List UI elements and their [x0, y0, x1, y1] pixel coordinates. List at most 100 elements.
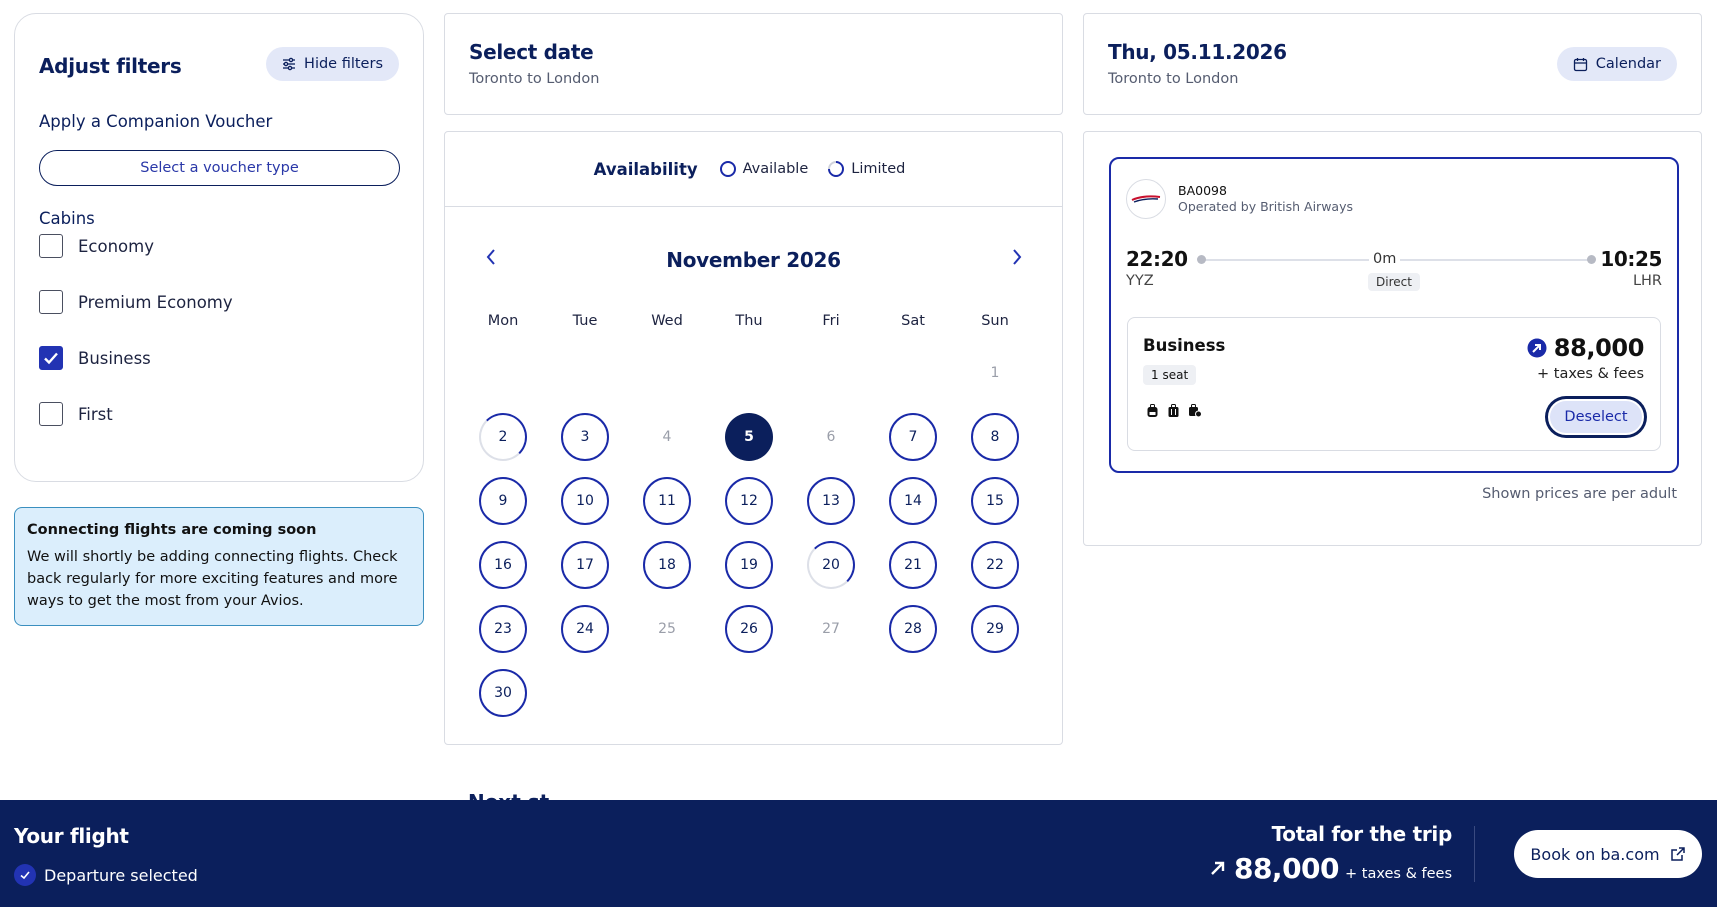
first-checkbox[interactable]: [39, 402, 63, 426]
cabin-bag-icon: [1168, 404, 1179, 417]
availability-label: Availability: [593, 159, 698, 179]
calendar-day[interactable]: 18: [643, 541, 691, 589]
chevron-right-icon: [1013, 249, 1022, 265]
external-link-icon: [1670, 847, 1685, 861]
banner-body: We will shortly be adding connecting fli…: [27, 549, 398, 609]
legend-available-label: Available: [742, 161, 809, 177]
calendar-day[interactable]: 8: [971, 413, 1019, 461]
british-airways-logo-icon: [1131, 195, 1161, 203]
weekday-fri: Fri: [822, 313, 840, 329]
next-month-button[interactable]: [1011, 247, 1023, 272]
calendar-day[interactable]: 19: [725, 541, 773, 589]
calendar-day[interactable]: 13: [807, 477, 855, 525]
calendar-day[interactable]: 26: [725, 605, 773, 653]
filters-panel: Adjust filters Hide filters Apply a Comp…: [14, 13, 424, 482]
calendar-day: 1: [990, 365, 1000, 381]
voucher-type-button[interactable]: Select a voucher type: [39, 150, 400, 186]
availability-legend: Availability Available Limited: [445, 132, 1062, 207]
limited-icon: [824, 157, 848, 181]
fare-taxes: + taxes & fees: [1537, 366, 1644, 382]
calendar-day[interactable]: 15: [971, 477, 1019, 525]
cabin-label: Premium Economy: [78, 292, 233, 312]
flight-route: Toronto to London: [1108, 71, 1239, 87]
hide-filters-button[interactable]: Hide filters: [266, 47, 399, 81]
calendar-day[interactable]: 20: [807, 541, 855, 589]
flight-number: BA0098: [1178, 183, 1227, 198]
business-checkbox[interactable]: [39, 346, 63, 370]
fare-option: Business 1 seat 88,000 + taxes & fees De…: [1127, 317, 1661, 451]
flight-card[interactable]: BA0098 Operated by British Airways 22:20…: [1109, 157, 1679, 473]
weekday-sat: Sat: [901, 313, 925, 329]
calendar-day[interactable]: 3: [561, 413, 609, 461]
calendar-day[interactable]: 11: [643, 477, 691, 525]
calendar-day[interactable]: 10: [561, 477, 609, 525]
stops-badge: Direct: [1368, 273, 1420, 291]
calendar-day[interactable]: 17: [561, 541, 609, 589]
avios-icon: [1527, 338, 1547, 358]
calendar-day: 6: [826, 429, 836, 445]
fare-price-value: 88,000: [1553, 334, 1645, 362]
cabin-label: Business: [78, 348, 151, 368]
calendar-day[interactable]: 28: [889, 605, 937, 653]
cabin-economy[interactable]: Economy: [39, 234, 154, 258]
banner-title: Connecting flights are coming soon: [27, 522, 317, 538]
calendar-day[interactable]: 7: [889, 413, 937, 461]
calendar-day[interactable]: 21: [889, 541, 937, 589]
baggage-icons: [1146, 404, 1202, 418]
cabin-business[interactable]: Business: [39, 346, 151, 370]
calendar-day[interactable]: 16: [479, 541, 527, 589]
calendar-day[interactable]: 5: [725, 413, 773, 461]
calendar-day[interactable]: 14: [889, 477, 937, 525]
total-taxes: + taxes & fees: [1345, 866, 1452, 882]
calendar-panel: Availability Available Limited November …: [444, 131, 1063, 745]
departure-status-label: Departure selected: [44, 865, 198, 885]
weekday-thu: Thu: [735, 313, 763, 329]
voucher-title: Apply a Companion Voucher: [39, 112, 273, 131]
cabins-title: Cabins: [39, 209, 95, 228]
arrival-time: 10:25: [1600, 247, 1662, 271]
departure-status: Departure selected: [14, 864, 198, 886]
deselect-button[interactable]: Deselect: [1546, 397, 1646, 437]
total-price: 88,000 + taxes & fees: [1208, 852, 1452, 885]
departure-airport: YYZ: [1126, 273, 1154, 289]
calendar-day[interactable]: 9: [479, 477, 527, 525]
calendar-day[interactable]: 29: [971, 605, 1019, 653]
calendar-day[interactable]: 2: [479, 413, 527, 461]
cabin-premium-economy[interactable]: Premium Economy: [39, 290, 233, 314]
flight-duration: 0m: [1369, 251, 1401, 267]
calendar-day[interactable]: 23: [479, 605, 527, 653]
calendar-day[interactable]: 30: [479, 669, 527, 717]
cabin-first[interactable]: First: [39, 402, 113, 426]
book-button[interactable]: Book on ba.com: [1514, 830, 1702, 878]
flight-results-panel: BA0098 Operated by British Airways 22:20…: [1083, 131, 1702, 546]
book-button-label: Book on ba.com: [1530, 844, 1660, 864]
select-date-header: Select date Toronto to London: [444, 13, 1063, 115]
price-note: Shown prices are per adult: [1482, 486, 1677, 502]
calendar-day: 25: [658, 621, 676, 637]
airline-logo: [1126, 179, 1166, 219]
arrival-airport: LHR: [1632, 273, 1662, 289]
legend-limited: Limited: [824, 157, 905, 181]
calendar-day: 4: [662, 429, 672, 445]
calendar-button-label: Calendar: [1595, 56, 1661, 72]
calendar-day[interactable]: 12: [725, 477, 773, 525]
footer-divider: [1474, 826, 1475, 882]
total-price-value: 88,000: [1233, 852, 1340, 885]
weekday-sun: Sun: [981, 313, 1009, 329]
avios-icon: [1211, 861, 1225, 875]
calendar-icon: [1573, 57, 1587, 71]
calendar-day[interactable]: 22: [971, 541, 1019, 589]
fare-price: 88,000: [1527, 334, 1644, 362]
calendar-button[interactable]: Calendar: [1556, 47, 1677, 81]
flight-date: Thu, 05.11.2026: [1108, 40, 1287, 64]
next-section-heading: Next st: [468, 790, 549, 800]
connecting-flights-banner: Connecting flights are coming soon We wi…: [14, 507, 424, 626]
cabin-label: First: [78, 404, 113, 424]
route-start-dot: [1197, 255, 1206, 264]
calendar-day[interactable]: 24: [561, 605, 609, 653]
weekday-tue: Tue: [572, 313, 598, 329]
economy-checkbox[interactable]: [39, 234, 63, 258]
premium-economy-checkbox[interactable]: [39, 290, 63, 314]
weekday-wed: Wed: [651, 313, 683, 329]
cabin-label: Economy: [78, 236, 154, 256]
